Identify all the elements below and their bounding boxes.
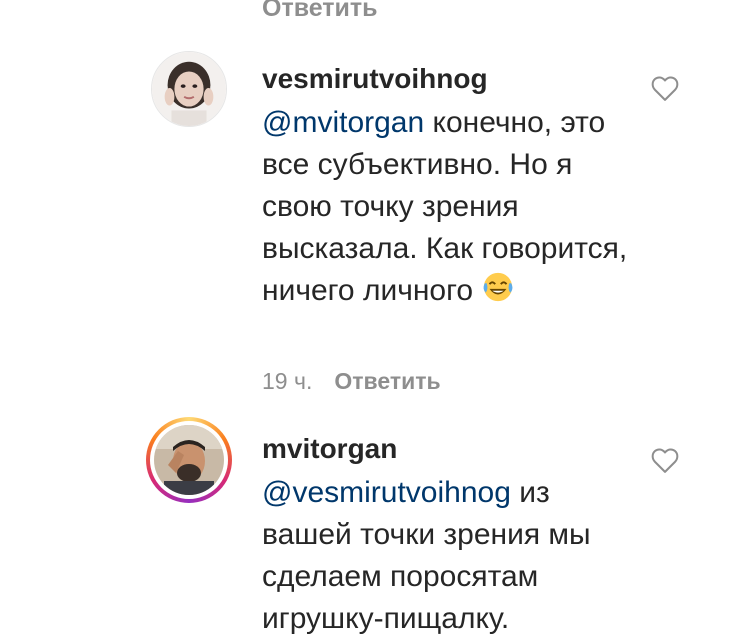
comment-timestamp: 19 ч. — [262, 368, 313, 394]
avatar[interactable] — [146, 46, 232, 132]
heart-outline-icon[interactable] — [650, 446, 680, 474]
avatar-image — [154, 425, 224, 495]
mention-link[interactable]: @vesmirutvoihnog — [262, 476, 511, 509]
reply-button[interactable]: Ответить — [262, 0, 378, 23]
comment-username[interactable]: mvitorgan — [262, 432, 642, 466]
face-with-tears-of-joy-icon — [483, 272, 513, 302]
mention-link[interactable]: @mvitorgan — [262, 106, 424, 139]
comment-meta: 19 ч. Ответить — [262, 368, 441, 395]
reply-button[interactable]: Ответить — [334, 368, 440, 394]
heart-outline-icon[interactable] — [650, 74, 680, 102]
comment-body: vesmirutvoihnog @mvitorgan конечно, это в… — [262, 62, 642, 312]
comment-body: mvitorgan @vesmirutvoihnog из вашей точки… — [262, 432, 642, 640]
comment-username[interactable]: vesmirutvoihnog — [262, 62, 642, 96]
avatar[interactable] — [146, 417, 232, 503]
avatar-image — [152, 52, 226, 126]
